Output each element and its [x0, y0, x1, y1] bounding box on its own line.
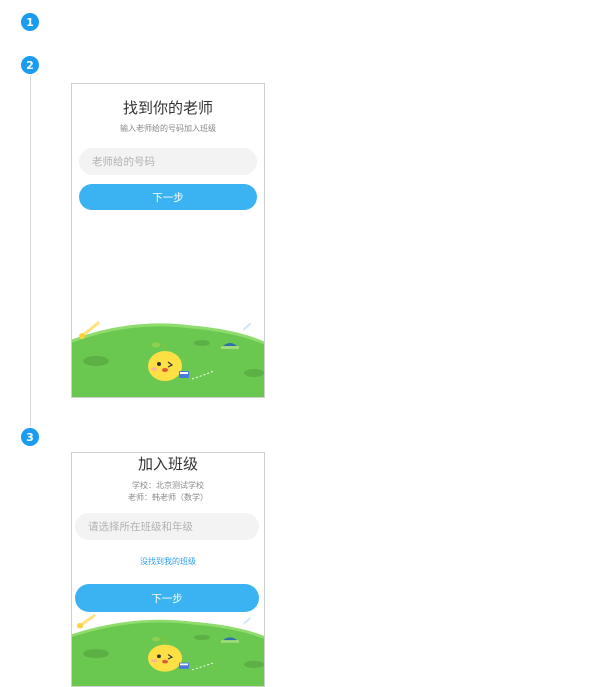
book-icon	[179, 662, 189, 669]
teacher-code-input[interactable]: 老师给的号码	[79, 148, 257, 175]
teacher-info: 老师：韩老师（数学）	[128, 493, 208, 502]
star-icon	[240, 323, 251, 333]
not-found-class-link[interactable]: 没找到我的班级	[72, 556, 264, 567]
step-badge-3: 3	[21, 428, 39, 446]
grass-scene	[72, 614, 264, 686]
step-badge-2: 2	[21, 56, 39, 74]
screen-join-class: 加入班级 学校：北京测试学校 老师：韩老师（数学） 请选择所在班级和年级 没找到…	[71, 452, 265, 687]
next-button[interactable]: 下一步	[75, 584, 259, 612]
book-icon	[179, 371, 189, 378]
next-button[interactable]: 下一步	[79, 184, 257, 210]
timeline-line	[30, 74, 31, 428]
page-title: 找到你的老师	[122, 99, 213, 117]
screen-find-teacher: 找到你的老师 输入老师给的号码加入班级 老师给的号码 下一步	[71, 83, 265, 398]
star-icon	[240, 617, 251, 627]
class-grade-select[interactable]: 请选择所在班级和年级	[75, 513, 259, 540]
step-badge-1: 1	[21, 13, 39, 31]
page-subtitle: 输入老师给的号码加入班级	[120, 124, 216, 133]
page-title: 加入班级	[137, 455, 198, 473]
school-info: 学校：北京测试学校	[132, 481, 204, 490]
grass-scene	[72, 321, 264, 397]
star-icon	[77, 614, 96, 629]
